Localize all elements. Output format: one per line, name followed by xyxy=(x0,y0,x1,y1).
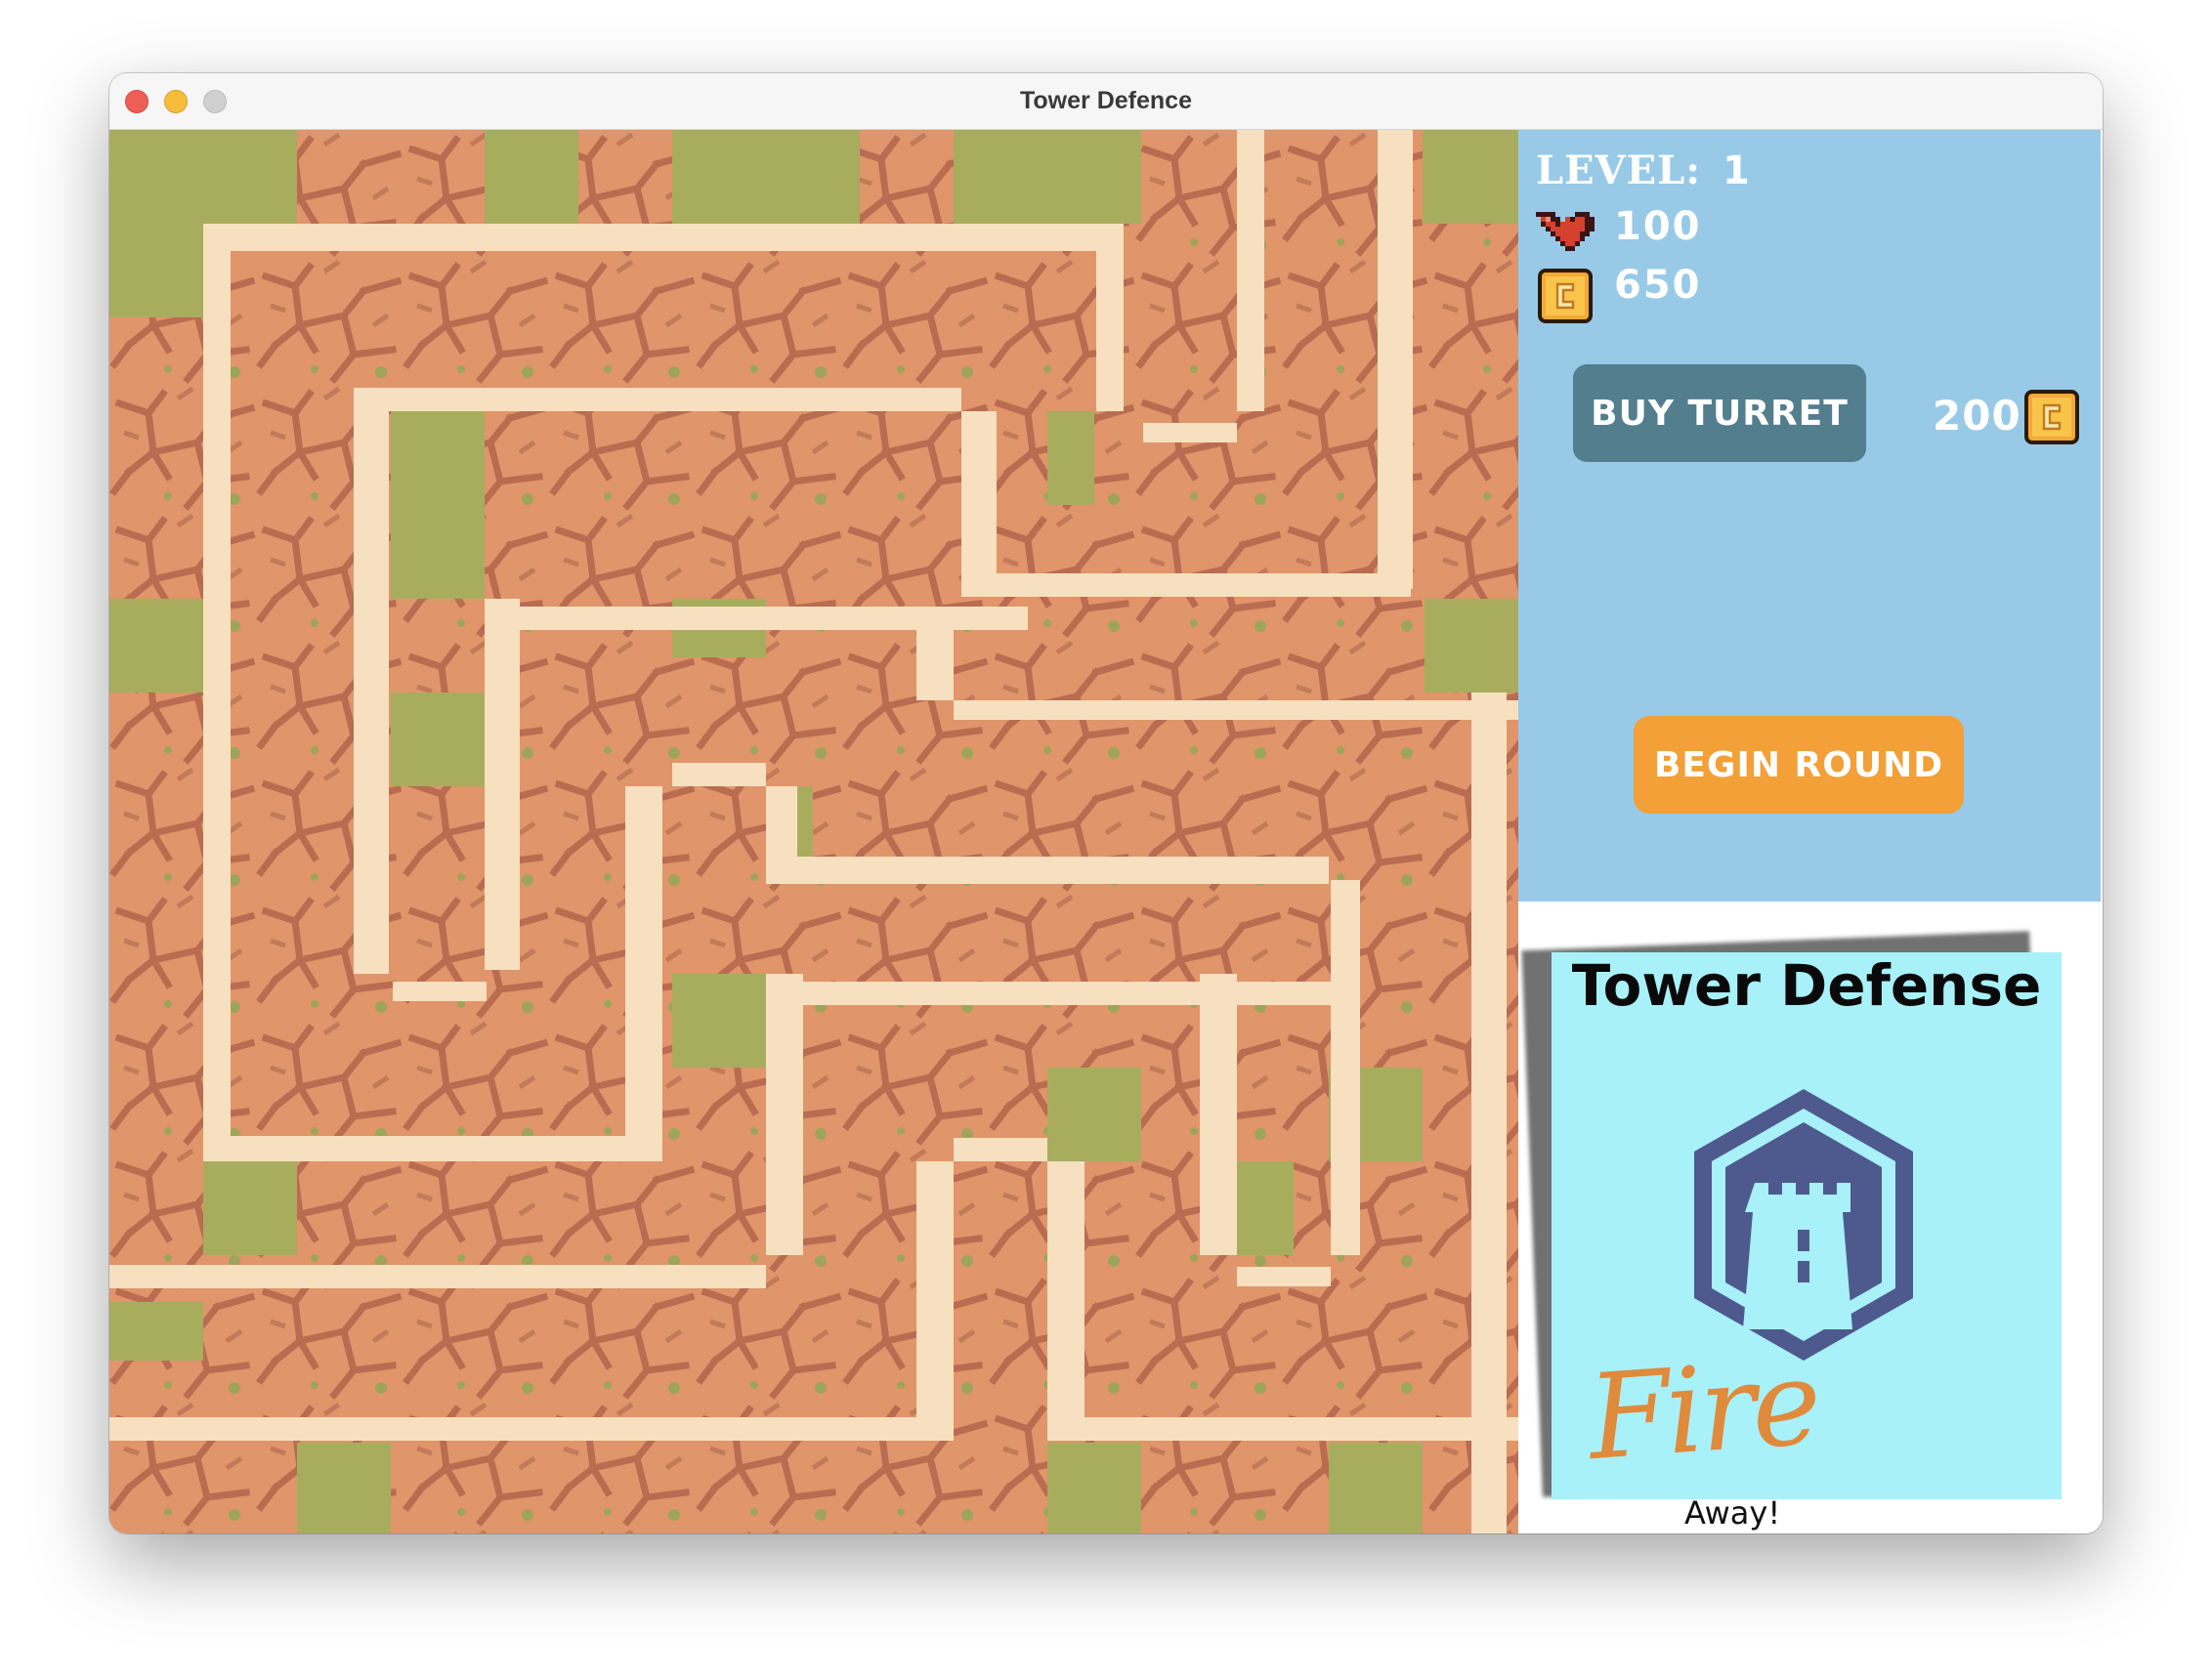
tower-defense-poster: Tower Defense Fire Away! xyxy=(1552,952,2062,1532)
sidebar: LEVEL: 1 100 650 BUY TURRET 200 BEGIN RO… xyxy=(1518,130,2103,1533)
health-value: 100 xyxy=(1614,204,1702,249)
game-map[interactable] xyxy=(109,130,1518,1533)
buy-turret-button[interactable]: BUY TURRET xyxy=(1573,364,1866,462)
heart-icon xyxy=(1536,212,1595,251)
begin-round-button[interactable]: BEGIN ROUND xyxy=(1634,716,1964,814)
level-display: LEVEL: 1 xyxy=(1536,147,1751,193)
level-label: LEVEL: xyxy=(1536,147,1702,193)
hud-panel: LEVEL: 1 100 650 BUY TURRET 200 BEGIN RO… xyxy=(1518,130,2101,902)
coin-icon xyxy=(2024,390,2079,444)
poster-title: Tower Defense xyxy=(1571,952,2042,1019)
poster-away-text: Away! xyxy=(1684,1494,1781,1532)
coin-icon xyxy=(1538,269,1593,323)
poster-fire-text: Fire xyxy=(1584,1335,1822,1487)
title-bar: Tower Defence xyxy=(109,73,2103,130)
money-value: 650 xyxy=(1614,263,1702,308)
turret-price: 200 xyxy=(1933,392,2021,440)
level-value: 1 xyxy=(1723,148,1751,193)
game-window: Tower Defence LEVEL: 1 100 650 BUY TURRE… xyxy=(109,73,2103,1533)
tower-badge-icon xyxy=(1694,1089,1913,1361)
window-title: Tower Defence xyxy=(1020,87,1192,114)
